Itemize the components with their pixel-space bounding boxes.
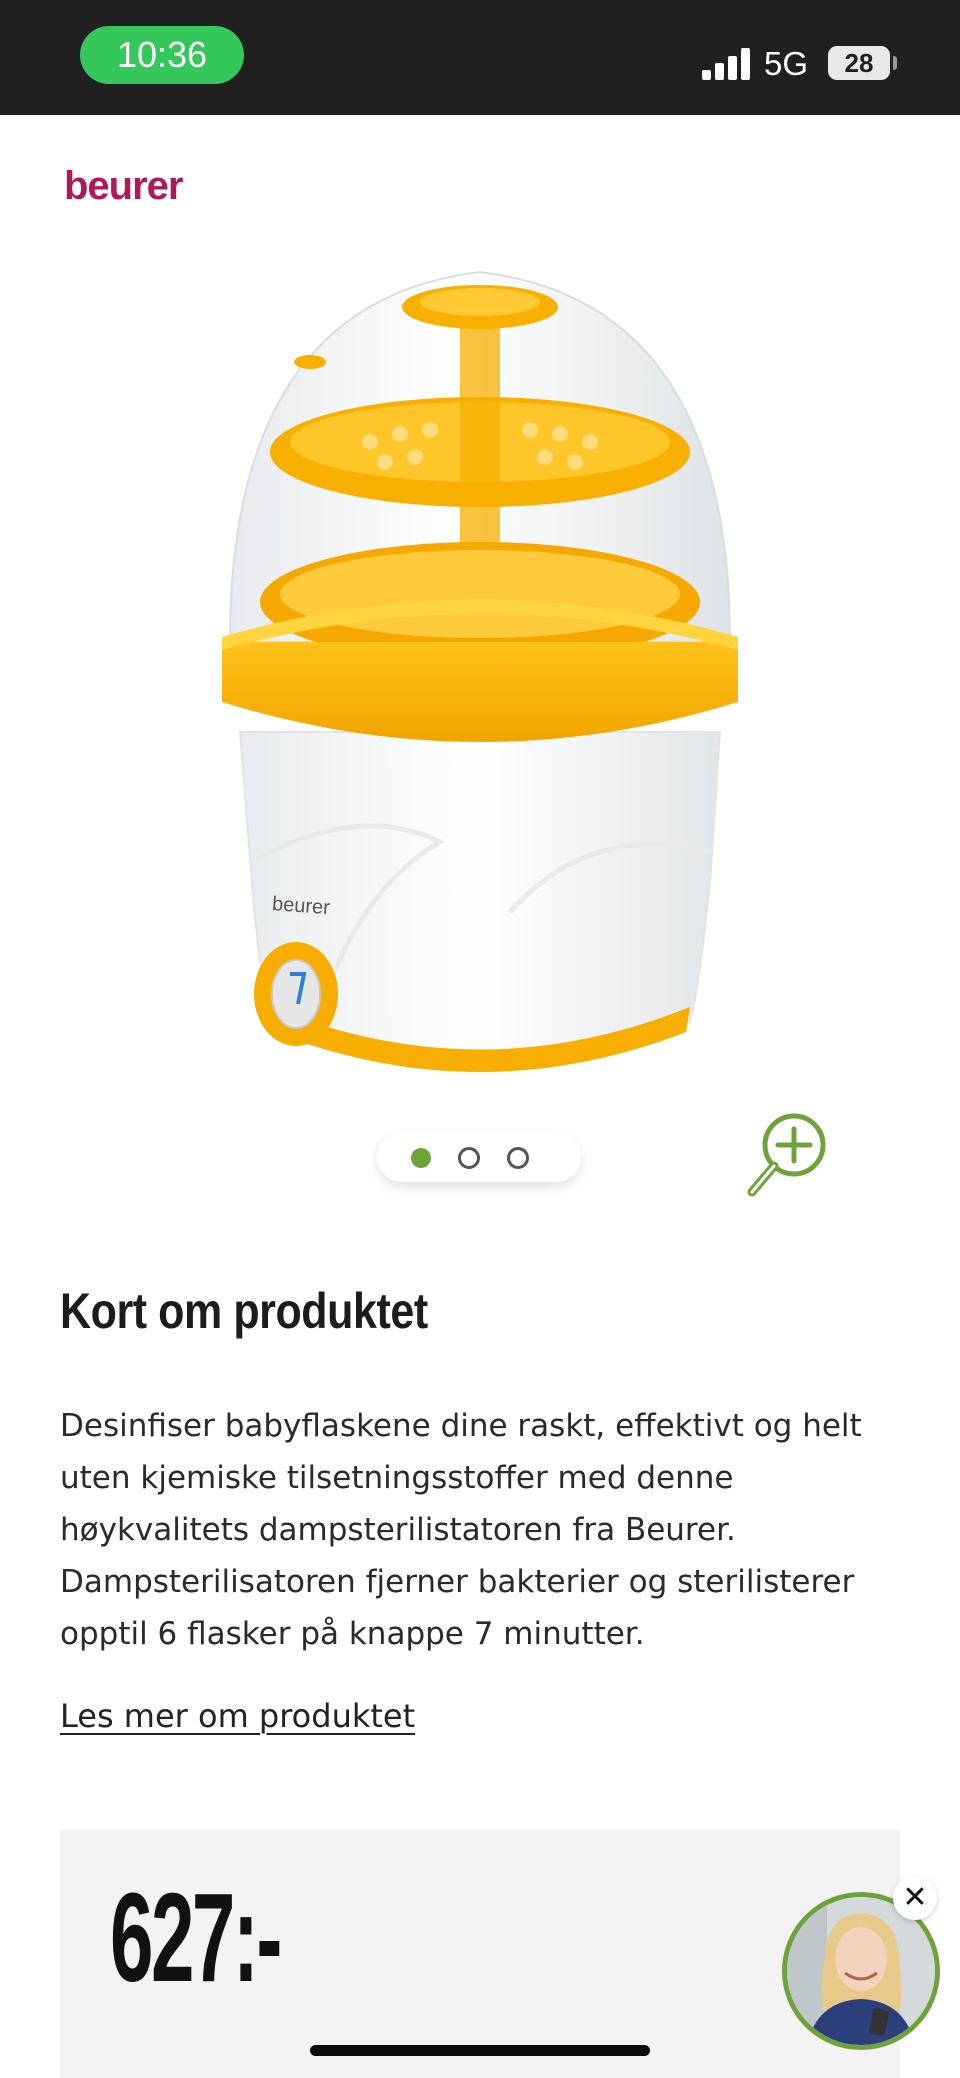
product-image[interactable]: beurer [210,262,750,1102]
status-bar: 10:36 5G 28 [0,0,960,115]
section-title: Kort om produktet [60,1283,428,1339]
home-indicator[interactable] [310,2045,650,2056]
carousel-pagination [377,1132,581,1182]
status-time: 10:36 [80,26,244,84]
price-value: 627:- [110,1867,282,2008]
chat-close-button[interactable]: ✕ [893,1876,937,1920]
battery-tip [893,56,897,70]
device-brand-label: beurer [271,893,331,919]
network-type: 5G [764,45,809,82]
battery-icon: 28 [828,46,890,80]
carousel-dot-2[interactable] [458,1147,480,1169]
carousel-dot-3[interactable] [507,1147,529,1169]
cellular-signal-icon [702,48,750,80]
zoom-in-icon[interactable] [744,1110,840,1200]
carousel-dot-1[interactable] [411,1148,431,1168]
read-more-link[interactable]: Les mer om produktet [60,1697,415,1735]
product-description: Desinfiser babyflaskene dine raskt, effe… [60,1408,862,1652]
brand-logo[interactable]: beurer [64,164,183,209]
